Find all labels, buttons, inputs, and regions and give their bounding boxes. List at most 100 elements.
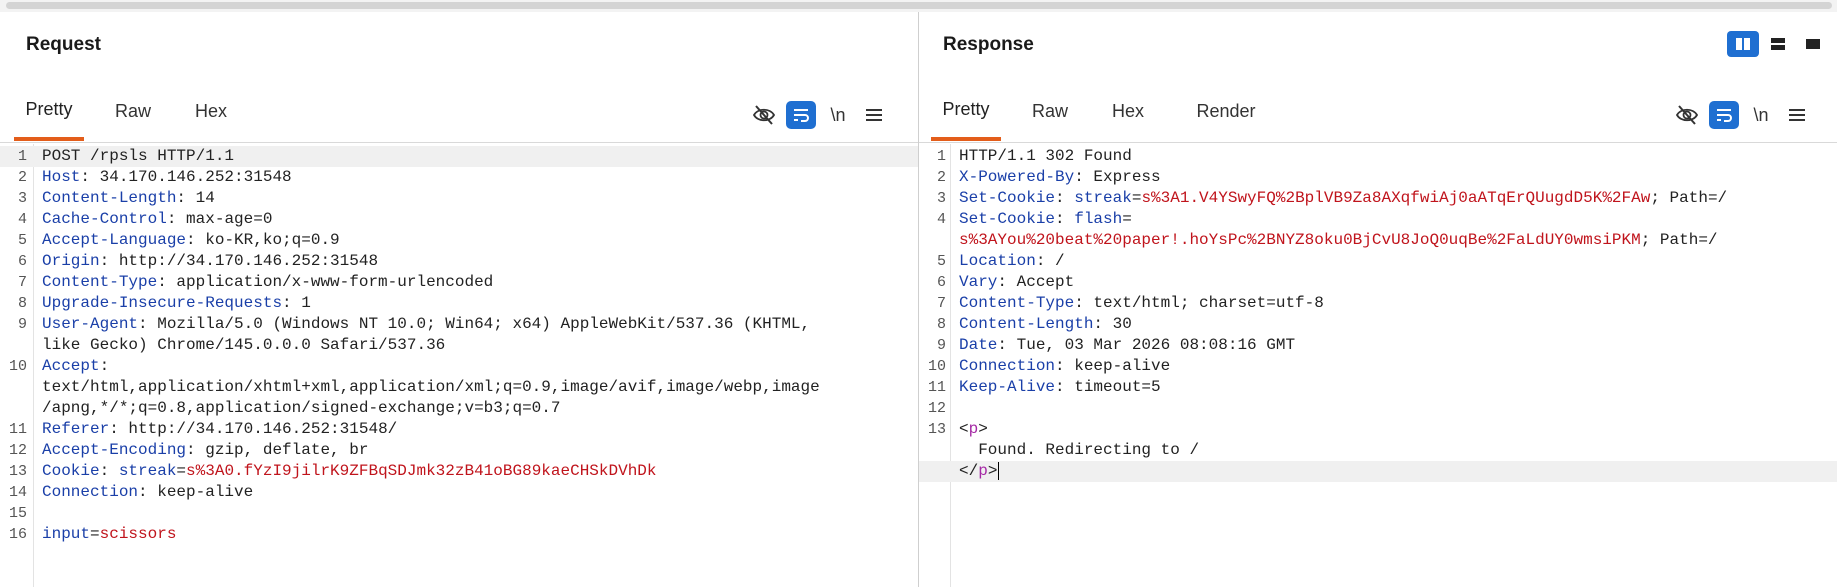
header-sep: : bbox=[99, 462, 119, 480]
header-name: Upgrade-Insecure-Requests bbox=[42, 294, 283, 312]
line-number: 9 bbox=[936, 337, 946, 354]
request-toolbar: \n bbox=[746, 100, 892, 130]
wrap-lines-icon[interactable] bbox=[1709, 101, 1739, 129]
line-number: 2 bbox=[17, 169, 27, 186]
code-line: 11 Keep-Alive: timeout=5 bbox=[919, 377, 1837, 398]
header-value: timeout=5 bbox=[1074, 378, 1161, 396]
line-number: 10 bbox=[8, 358, 27, 375]
request-line: POST /rpsls HTTP/1.1 bbox=[42, 147, 235, 165]
newline-toggle[interactable]: \n bbox=[820, 100, 856, 130]
request-tab-raw[interactable]: Raw bbox=[100, 82, 166, 140]
eye-slash-icon[interactable] bbox=[1669, 100, 1705, 130]
header-name: Accept-Language bbox=[42, 231, 187, 249]
header-name: Connection bbox=[959, 357, 1056, 375]
header-value: 1 bbox=[301, 294, 311, 312]
eye-slash-icon[interactable] bbox=[746, 100, 782, 130]
response-toolbar: \n bbox=[1669, 100, 1815, 130]
code-line: 12 Accept-Encoding: gzip, deflate, br bbox=[0, 440, 918, 461]
cookie-value: s%3A0.fYzI9jilrK9ZFBqSDJmk32zB41oBG89kae… bbox=[186, 462, 657, 480]
line-number: 3 bbox=[17, 190, 27, 207]
line-number: 13 bbox=[927, 421, 946, 438]
request-editor[interactable]: 1 POST /rpsls HTTP/1.1 2 Host: 34.170.146.… bbox=[0, 144, 918, 587]
header-value: Express bbox=[1093, 168, 1161, 186]
code-line: 5 Location: / bbox=[919, 251, 1837, 272]
param-value: scissors bbox=[99, 525, 177, 543]
code-line: 8 Content-Length: 30 bbox=[919, 314, 1837, 335]
line-number: 7 bbox=[17, 274, 27, 291]
body-text: Found. Redirecting to / bbox=[978, 441, 1200, 459]
html-tag: p bbox=[978, 462, 988, 480]
header-name: Accept-Encoding bbox=[42, 441, 187, 459]
header-value: Mozilla/5.0 (Windows NT 10.0; Win64; x64… bbox=[157, 315, 811, 333]
line-number: 12 bbox=[8, 442, 27, 459]
request-title: Request bbox=[26, 34, 101, 55]
header-name: Origin bbox=[42, 252, 100, 270]
code-line: 4 Set-Cookie: flash= bbox=[919, 209, 1837, 230]
response-tab-pretty[interactable]: Pretty bbox=[931, 82, 1001, 141]
line-number: 4 bbox=[936, 211, 946, 228]
response-tab-raw[interactable]: Raw bbox=[1017, 82, 1083, 140]
code-line: 14 Connection: keep-alive bbox=[0, 482, 918, 503]
code-line: 16 input=scissors bbox=[0, 524, 918, 545]
html-tag: p bbox=[968, 420, 979, 438]
header-name: Accept bbox=[42, 357, 100, 375]
code-line: 6 Origin: http://34.170.146.252:31548 bbox=[0, 251, 918, 272]
header-name: X-Powered-By bbox=[959, 168, 1075, 186]
line-number: 5 bbox=[17, 232, 27, 249]
param-name: input bbox=[42, 525, 91, 543]
layout-toggle bbox=[1727, 31, 1829, 57]
header-name: Host bbox=[42, 168, 81, 186]
header-value-wrap: /apng,*/*;q=0.8,application/signed-excha… bbox=[42, 399, 561, 417]
header-name: Date bbox=[959, 336, 998, 354]
newline-toggle[interactable]: \n bbox=[1743, 100, 1779, 130]
code-line: 9 User-Agent: Mozilla/5.0 (Windows NT 10.… bbox=[0, 314, 918, 335]
cookie-value: s%3A1.V4YSwyFQ%2BplVB9Za8AXqfwiAj0aATqEr… bbox=[1141, 189, 1651, 207]
code-line: 8 Upgrade-Insecure-Requests: 1 bbox=[0, 293, 918, 314]
code-line: 1 HTTP/1.1 302 Found bbox=[919, 146, 1837, 167]
header-sep: : bbox=[186, 231, 206, 249]
request-tab-hex[interactable]: Hex bbox=[178, 82, 244, 140]
line-number: 15 bbox=[8, 505, 27, 522]
hamburger-icon[interactable] bbox=[856, 100, 892, 130]
code-line: 1 POST /rpsls HTTP/1.1 bbox=[0, 146, 918, 167]
response-tab-render[interactable]: Render bbox=[1179, 82, 1273, 140]
code-line: 13 <p> bbox=[919, 419, 1837, 440]
header-value: ko-KR,ko;q=0.9 bbox=[205, 231, 340, 249]
code-line: 10 Connection: keep-alive bbox=[919, 356, 1837, 377]
line-number: 10 bbox=[927, 358, 946, 375]
header-value: gzip, deflate, br bbox=[205, 441, 369, 459]
header-sep: : bbox=[157, 273, 177, 291]
code-line: 6 Vary: Accept bbox=[919, 272, 1837, 293]
line-number: 6 bbox=[936, 274, 946, 291]
header-name: Content-Length bbox=[42, 189, 177, 207]
header-value: application/x-www-form-urlencoded bbox=[176, 273, 494, 291]
line-number: 1 bbox=[936, 148, 946, 165]
split-horizontal-icon[interactable] bbox=[1762, 31, 1794, 57]
line-number: 5 bbox=[936, 253, 946, 270]
top-scrollbar-thumb[interactable] bbox=[6, 2, 1832, 9]
cookie-name: streak bbox=[118, 462, 177, 480]
header-name: Location bbox=[959, 252, 1036, 270]
cookie-eq: = bbox=[176, 462, 187, 480]
split-vertical-icon[interactable] bbox=[1727, 31, 1759, 57]
header-sep: : bbox=[99, 252, 119, 270]
param-eq: = bbox=[90, 525, 100, 543]
response-tab-hex[interactable]: Hex bbox=[1095, 82, 1161, 140]
header-value: 14 bbox=[195, 189, 215, 207]
code-line: 11 Referer: http://34.170.146.252:31548/ bbox=[0, 419, 918, 440]
hamburger-icon[interactable] bbox=[1779, 100, 1815, 130]
header-value-wrap: like Gecko) Chrome/145.0.0.0 Safari/537.… bbox=[42, 336, 446, 354]
line-number: 13 bbox=[8, 463, 27, 480]
single-pane-icon[interactable] bbox=[1797, 31, 1829, 57]
request-tab-pretty[interactable]: Pretty bbox=[14, 82, 84, 141]
line-number: 11 bbox=[927, 379, 946, 396]
response-editor[interactable]: 1 HTTP/1.1 302 Found 2 X-Powered-By: Expre… bbox=[919, 144, 1837, 587]
response-panel: Response Pretty Raw Hex Render \n 1 HTTP… bbox=[919, 12, 1837, 587]
header-value: max-age=0 bbox=[186, 210, 273, 228]
line-number: 11 bbox=[8, 421, 27, 438]
header-value: http://34.170.146.252:31548 bbox=[118, 252, 379, 270]
header-value: keep-alive bbox=[157, 483, 254, 501]
header-sep: : bbox=[138, 315, 158, 333]
wrap-lines-icon[interactable] bbox=[786, 101, 816, 129]
response-title: Response bbox=[943, 34, 1034, 55]
